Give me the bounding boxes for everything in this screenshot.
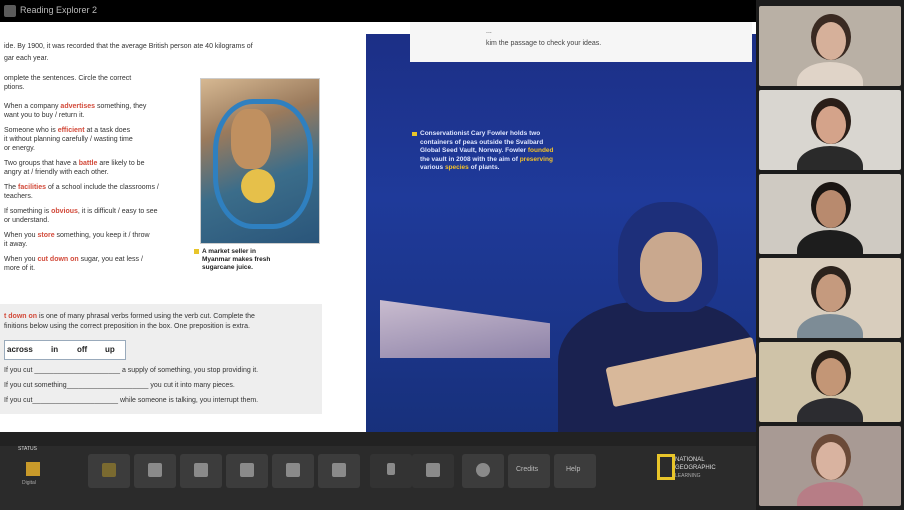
item-2-line-2[interactable]: it without planning carefully / wasting … <box>4 135 133 144</box>
national-geographic-logo: NATIONAL GEOGRAPHIC LEARNING <box>657 452 747 488</box>
eraser-button[interactable] <box>226 454 268 488</box>
item-5: If something is obvious, it is difficult… <box>4 208 158 215</box>
item-1-line-2[interactable]: want you to buy / return it. <box>4 111 85 120</box>
participant-face <box>816 106 846 144</box>
participant-body <box>797 398 863 422</box>
pen-button[interactable] <box>272 454 314 488</box>
caption-line-2: Myanmar makes fresh <box>202 256 271 263</box>
item-4-line-2[interactable]: teachers. <box>4 192 33 201</box>
prompt-line-2: kim the passage to check your ideas. <box>486 40 602 47</box>
blank-sentence-3[interactable]: If you cut______________________ while s… <box>4 396 258 405</box>
instructions-line-2: ptions. <box>4 84 25 91</box>
settings-button[interactable] <box>462 454 504 488</box>
status-label: STATUS <box>18 446 37 452</box>
quote-line-2: containers of peas outside the Svalbard <box>420 138 544 146</box>
word-off: off <box>77 345 88 354</box>
quote-line-1: Conservationist Cary Fowler holds two <box>420 130 541 137</box>
caption-line-1: A market seller in <box>202 248 256 255</box>
blank-sentence-2[interactable]: If you cut something____________________… <box>4 381 235 390</box>
eraser-icon <box>240 463 254 477</box>
comment-button[interactable] <box>134 454 176 488</box>
intro-line-2: gar each year. <box>4 55 49 62</box>
participant-body <box>797 482 863 506</box>
pages-button[interactable] <box>88 454 130 488</box>
item-3-line-2[interactable]: angry at / friendly with each other. <box>4 168 109 177</box>
ebook-viewer: ide. By 1900, it was recorded that the a… <box>0 22 756 497</box>
highlighter-button[interactable] <box>318 454 360 488</box>
word-up: up <box>105 345 115 354</box>
photo-caption: A market seller in Myanmar makes fresh s… <box>194 248 318 272</box>
item-4: The facilities of a school include the c… <box>4 184 159 191</box>
conservationist-figure <box>548 202 756 452</box>
reader-toolbar: STATUS Digital Credits Help NATIONAL GEO… <box>0 432 756 510</box>
participant-face <box>816 358 846 396</box>
brand-text: NATIONAL GEOGRAPHIC LEARNING <box>675 457 716 479</box>
quote-line-3: Global Seed Vault, Norway. Fowler founde… <box>420 147 554 154</box>
participant-body <box>797 62 863 86</box>
item-7-line-2[interactable]: more of it. <box>4 264 35 273</box>
item-5-line-2[interactable]: or understand. <box>4 216 49 225</box>
gallery-icon <box>194 463 208 477</box>
window-title: Reading Explorer 2 <box>20 5 98 15</box>
credits-label: Credits <box>516 466 539 473</box>
status-icon[interactable] <box>26 462 40 476</box>
pages-icon <box>102 463 116 477</box>
help-button[interactable]: Help <box>554 454 596 488</box>
word-box: across in off up <box>4 340 126 360</box>
screen-icon <box>426 463 440 477</box>
video-tile-2[interactable] <box>759 90 901 170</box>
help-label: Help <box>566 466 581 473</box>
blank-sentence-1[interactable]: If you cut ______________________ a supp… <box>4 366 258 375</box>
item-2-line-3: or energy. <box>4 145 35 152</box>
prompt-line-1: ... <box>486 28 492 35</box>
pen-icon <box>286 463 300 477</box>
status-sub-label: Digital <box>22 480 36 486</box>
participant-face <box>816 274 846 312</box>
gallery-button[interactable] <box>180 454 222 488</box>
item-2: Someone who is efficient at a task does <box>4 127 131 134</box>
participant-body <box>797 146 863 170</box>
window-titlebar: Reading Explorer 2 <box>0 0 756 22</box>
caption-line-3: sugarcane juice. <box>202 264 253 271</box>
highlighter-icon <box>332 463 346 477</box>
word-in: in <box>51 345 59 354</box>
video-tile-1[interactable] <box>759 6 901 86</box>
pointer-button[interactable] <box>370 454 412 488</box>
pointer-icon <box>387 463 395 475</box>
video-call-panel <box>756 0 904 510</box>
video-tile-5[interactable] <box>759 342 901 422</box>
reading-prompt-box: ... kim the passage to check your ideas. <box>410 22 752 62</box>
participant-face <box>816 190 846 228</box>
item-1: When a company advertises something, the… <box>4 103 147 110</box>
participant-face <box>816 22 846 60</box>
video-tile-4[interactable] <box>759 258 901 338</box>
left-page: ide. By 1900, it was recorded that the a… <box>0 22 366 442</box>
quote-line-5: various species of plants. <box>420 164 500 171</box>
participant-body <box>797 230 863 254</box>
intro-line-1: ide. By 1900, it was recorded that the a… <box>4 43 253 50</box>
quote-line-4: the vault in 2008 with the aim of preser… <box>420 155 553 163</box>
instructions-line-1: omplete the sentences. Circle the correc… <box>4 75 132 82</box>
item-6-line-2[interactable]: it away. <box>4 240 27 249</box>
credits-button[interactable]: Credits <box>508 454 550 488</box>
item-3: Two groups that have a battle are likely… <box>4 160 145 167</box>
app-icon <box>4 5 16 17</box>
photo-caption-right: Conservationist Cary Fowler holds two co… <box>412 130 600 173</box>
phrasal-line-1: t down on is one of many phrasal verbs f… <box>4 313 255 320</box>
screen-button[interactable] <box>412 454 454 488</box>
participant-body <box>797 314 863 338</box>
settings-icon <box>476 463 490 477</box>
participant-face <box>816 442 846 480</box>
word-across: across <box>7 345 33 354</box>
item-6: When you store something, you keep it / … <box>4 232 150 239</box>
video-tile-6[interactable] <box>759 426 901 506</box>
market-seller-photo <box>200 78 320 244</box>
comment-icon <box>148 463 162 477</box>
video-tile-3[interactable] <box>759 174 901 254</box>
item-7: When you cut down on sugar, you eat less… <box>4 256 143 263</box>
phrasal-line-2: finitions below using the correct prepos… <box>4 323 250 330</box>
